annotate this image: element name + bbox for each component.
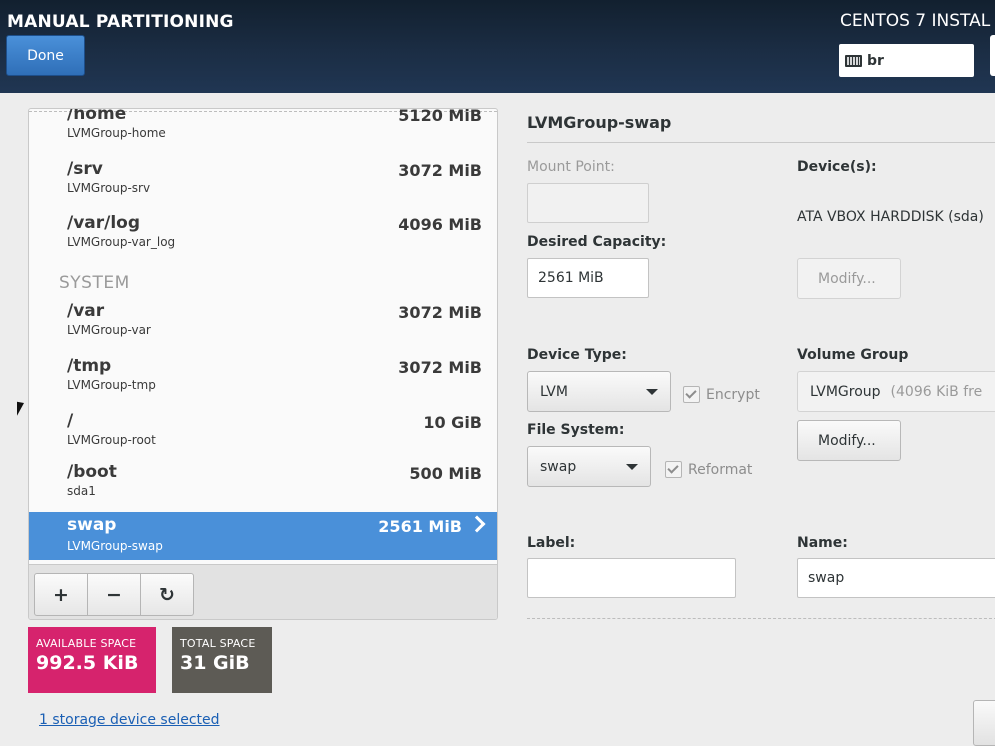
partition-size: 3072 MiB: [398, 358, 482, 377]
device-name: sda1: [67, 484, 96, 498]
storage-devices-link[interactable]: 1 storage device selected: [39, 712, 220, 728]
total-space-value: 31 GiB: [180, 652, 250, 674]
mount-point: /tmp: [67, 356, 112, 376]
available-space-value: 992.5 KiB: [36, 652, 139, 674]
volume-group-modify-button[interactable]: Modify...: [797, 420, 901, 461]
partition-list: /home LVMGroup-home 5120 MiB /srv LVMGro…: [28, 108, 498, 620]
keyboard-icon: [845, 54, 862, 67]
section-header-system: SYSTEM: [59, 273, 130, 293]
mount-point: /home: [67, 108, 127, 124]
encrypt-label: Encrypt: [706, 386, 760, 403]
partition-button-group: + − ↻: [34, 573, 194, 616]
volume-group-label: Volume Group: [797, 347, 909, 363]
partition-size: 4096 MiB: [398, 215, 482, 234]
partition-size: 3072 MiB: [398, 303, 482, 322]
device-name: LVMGroup-root: [67, 433, 156, 447]
add-partition-button[interactable]: +: [35, 574, 88, 615]
chevron-down-icon: [626, 464, 638, 470]
label-input[interactable]: [527, 558, 736, 598]
partition-row-var[interactable]: /var LVMGroup-var 3072 MiB: [29, 301, 497, 349]
partition-row-root[interactable]: / LVMGroup-root 10 GiB: [29, 411, 497, 459]
mount-point: /var: [67, 301, 105, 321]
partition-size: 2561 MiB: [378, 517, 462, 536]
mount-point: swap: [67, 515, 117, 535]
encrypt-checkbox[interactable]: Encrypt: [683, 386, 760, 403]
available-space-label: AVAILABLE SPACE: [36, 637, 137, 650]
device-type-value: LVM: [540, 383, 568, 400]
volume-group-value: LVMGroup: [810, 383, 881, 400]
remove-partition-button[interactable]: −: [88, 574, 141, 615]
mount-point: /: [67, 411, 74, 431]
reset-all-button[interactable]: [973, 700, 995, 746]
total-space-badge: TOTAL SPACE 31 GiB: [172, 627, 272, 693]
partition-row-boot[interactable]: /boot sda1 500 MiB: [29, 462, 497, 510]
partition-size: 3072 MiB: [398, 161, 482, 180]
file-system-value: swap: [540, 458, 577, 475]
keyboard-layout-indicator[interactable]: br: [839, 44, 974, 77]
device-name: LVMGroup-swap: [67, 539, 163, 553]
volume-group-free: (4096 KiB fre: [890, 383, 983, 400]
device-name: LVMGroup-var: [67, 323, 151, 337]
mount-point-label: Mount Point:: [527, 159, 615, 175]
devices-modify-button[interactable]: Modify...: [797, 258, 901, 299]
device-type-label: Device Type:: [527, 347, 627, 363]
details-title: LVMGroup-swap: [527, 113, 672, 132]
reformat-checkbox[interactable]: Reformat: [665, 461, 752, 478]
page-title: MANUAL PARTITIONING: [7, 12, 234, 32]
partition-toolbar: + − ↻: [29, 564, 497, 619]
details-bottom-divider: [527, 618, 995, 619]
done-button[interactable]: Done: [6, 35, 85, 76]
details-divider: [527, 142, 995, 143]
file-system-select[interactable]: swap: [527, 446, 651, 487]
mount-point: /boot: [67, 462, 117, 482]
device-name: LVMGroup-var_log: [67, 235, 176, 249]
chevron-down-icon: [646, 389, 658, 395]
devices-value: ATA VBOX HARDDISK (sda): [797, 209, 984, 225]
refresh-icon[interactable]: ↻: [141, 574, 193, 615]
help-button[interactable]: [990, 35, 995, 76]
volume-group-select[interactable]: LVMGroup (4096 KiB fre: [797, 371, 995, 412]
device-name: LVMGroup-srv: [67, 181, 151, 195]
file-system-label: File System:: [527, 422, 625, 438]
total-space-label: TOTAL SPACE: [180, 637, 256, 650]
partition-row-srv[interactable]: /srv LVMGroup-srv 3072 MiB: [29, 159, 497, 207]
mount-point-input[interactable]: [527, 183, 649, 223]
partition-size: 500 MiB: [409, 464, 482, 483]
label-field-label: Label:: [527, 535, 576, 551]
mouse-pointer-icon: [17, 401, 31, 419]
checkbox-check-icon: [665, 461, 682, 478]
partition-row-var-log[interactable]: /var/log LVMGroup-var_log 4096 MiB: [29, 213, 497, 261]
devices-label: Device(s):: [797, 159, 877, 175]
mount-point: /var/log: [67, 213, 141, 233]
device-name: LVMGroup-tmp: [67, 378, 156, 392]
device-type-select[interactable]: LVM: [527, 371, 671, 412]
product-title: CENTOS 7 INSTAL: [840, 11, 991, 31]
checkbox-check-icon: [683, 386, 700, 403]
partition-size: 5120 MiB: [398, 108, 482, 125]
chevron-right-icon: [468, 515, 486, 533]
name-input[interactable]: swap: [797, 558, 995, 598]
partition-size: 10 GiB: [423, 413, 482, 432]
desired-capacity-label: Desired Capacity:: [527, 234, 667, 250]
device-name: LVMGroup-home: [67, 126, 166, 140]
name-field-label: Name:: [797, 535, 848, 551]
top-bar: MANUAL PARTITIONING Done CENTOS 7 INSTAL…: [0, 0, 995, 93]
partition-row-swap[interactable]: swap LVMGroup-swap 2561 MiB: [29, 512, 497, 560]
available-space-badge: AVAILABLE SPACE 992.5 KiB: [28, 627, 156, 693]
reformat-label: Reformat: [688, 461, 753, 478]
partition-row-tmp[interactable]: /tmp LVMGroup-tmp 3072 MiB: [29, 356, 497, 404]
partition-row-home[interactable]: /home LVMGroup-home 5120 MiB: [29, 108, 497, 152]
desired-capacity-input[interactable]: 2561 MiB: [527, 258, 649, 298]
mount-point: /srv: [67, 159, 103, 179]
keyboard-layout-label: br: [867, 52, 884, 69]
